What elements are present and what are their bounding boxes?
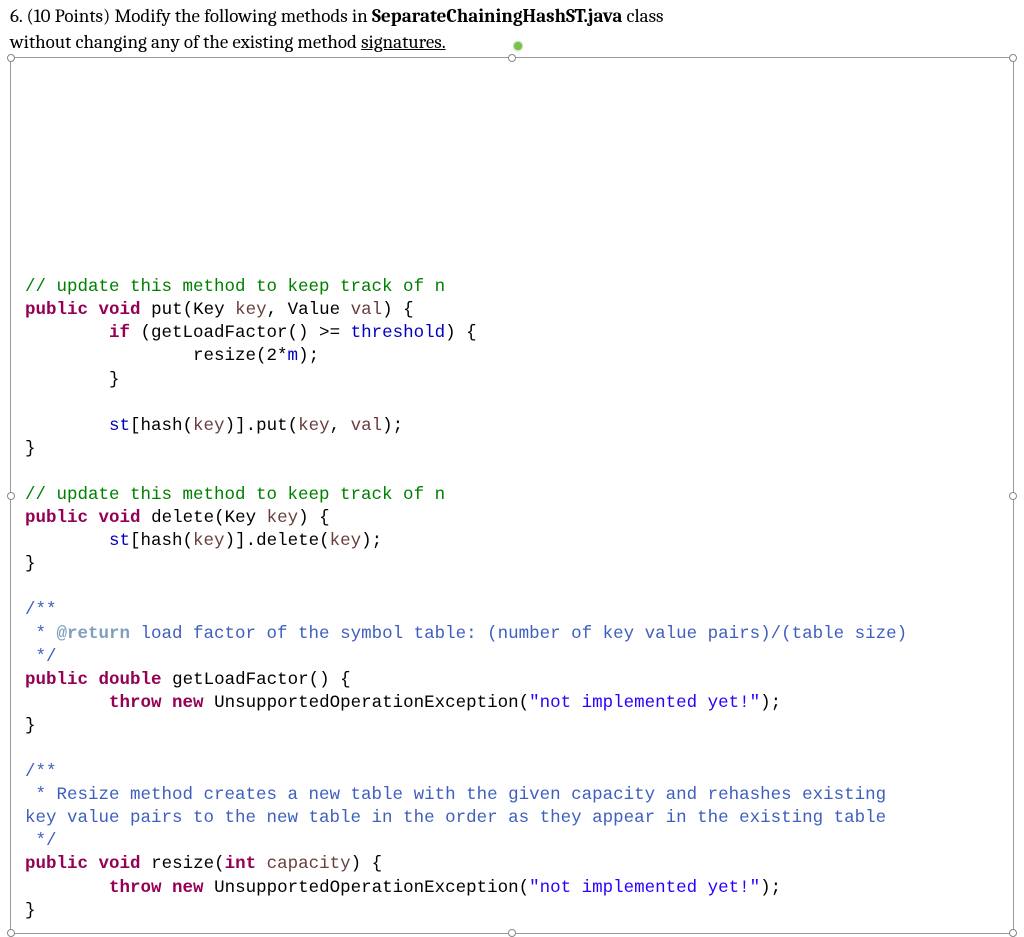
code-string: "not implemented yet!" (529, 878, 760, 898)
code-kw: if (109, 323, 130, 343)
code-kw: new (172, 878, 204, 898)
code-text: } (25, 554, 36, 574)
code-param: key (193, 416, 225, 436)
code-param: capacity (267, 854, 351, 874)
code-text: ) { (298, 508, 330, 528)
code-text: resize(2* (25, 346, 288, 366)
resize-handle-icon[interactable] (7, 54, 15, 62)
resize-handle-icon[interactable] (7, 492, 15, 500)
code-text: } (25, 716, 36, 736)
resize-handle-icon[interactable] (508, 54, 516, 62)
resize-handle-icon[interactable] (1009, 54, 1017, 62)
code-kw: void (99, 300, 141, 320)
code-kw: int (225, 854, 257, 874)
code-doc: load factor of the symbol table: (number… (130, 624, 907, 644)
code-kw: void (99, 508, 141, 528)
code-text: ) { (351, 854, 383, 874)
code-doc: * Resize method creates a new table with… (25, 785, 886, 805)
code-text: } (25, 370, 120, 390)
code-text (25, 878, 109, 898)
code-field: st (109, 531, 130, 551)
code-string: "not implemented yet!" (529, 693, 760, 713)
code-param: key (330, 531, 362, 551)
code-doc: */ (25, 647, 57, 667)
code-text: } (25, 439, 36, 459)
code-text: ); (298, 346, 319, 366)
code-param: key (193, 531, 225, 551)
code-text: delete(Key (151, 508, 267, 528)
code-field: st (109, 416, 130, 436)
code-doc: /** (25, 600, 57, 620)
code-text: ); (361, 531, 382, 551)
question-text-1: Modify the following methods in (114, 5, 372, 27)
code-text: ); (382, 416, 403, 436)
code-field: threshold (351, 323, 446, 343)
code-text (25, 531, 109, 551)
code-text: ); (760, 693, 781, 713)
code-text: [hash( (130, 416, 193, 436)
code-text: put(Key (151, 300, 235, 320)
question-underline: signatures. (361, 31, 446, 53)
code-doc: /** (25, 762, 57, 782)
code-kw: public (25, 854, 88, 874)
code-box: // update this method to keep track of n… (10, 57, 1014, 933)
code-text: )].delete( (225, 531, 330, 551)
class-name: SeparateChainingHashST.java (372, 5, 622, 27)
code-comment: // update this method to keep track of n (25, 485, 445, 505)
code-text: getLoadFactor() { (172, 670, 351, 690)
resize-handle-icon[interactable] (1009, 492, 1017, 500)
code-kw: double (99, 670, 162, 690)
code-text: } (25, 901, 36, 921)
code-text: , (330, 416, 351, 436)
code-text: UnsupportedOperationException( (204, 878, 530, 898)
question-points: (10 Points) (26, 5, 110, 27)
code-text: )].put( (225, 416, 299, 436)
code-text: ) { (445, 323, 477, 343)
question-header: 6. (10 Points) Modify the following meth… (0, 0, 1024, 57)
code-doc: key value pairs to the new table in the … (25, 808, 886, 828)
code-field: m (288, 346, 299, 366)
smart-tag-icon (514, 42, 522, 50)
resize-handle-icon[interactable] (1009, 929, 1017, 937)
code-param: val (351, 300, 383, 320)
question-text-2: class (622, 5, 663, 27)
resize-handle-icon[interactable] (7, 929, 15, 937)
code-text (25, 416, 109, 436)
code-doc: * (25, 624, 57, 644)
code-kw: public (25, 670, 88, 690)
code-tag: @return (57, 624, 131, 644)
code-kw: new (172, 693, 204, 713)
code-kw: public (25, 508, 88, 528)
code-doc: */ (25, 831, 57, 851)
resize-handle-icon[interactable] (508, 929, 516, 937)
code-text: ); (760, 878, 781, 898)
code-text: resize( (151, 854, 225, 874)
code-param: key (267, 508, 299, 528)
question-number: 6. (10, 5, 22, 27)
code-kw: throw (109, 878, 162, 898)
code-kw: throw (109, 693, 162, 713)
code-text: UnsupportedOperationException( (204, 693, 530, 713)
code-text: , Value (267, 300, 351, 320)
code-text: (getLoadFactor() >= (130, 323, 351, 343)
code-text (25, 693, 109, 713)
code-param: val (351, 416, 383, 436)
code-comment: // update this method to keep track of n (25, 277, 445, 297)
code-text: [hash( (130, 531, 193, 551)
code-kw: public (25, 300, 88, 320)
question-text-3: without changing any of the existing met… (10, 31, 361, 53)
code-kw: void (99, 854, 141, 874)
code-param: key (298, 416, 330, 436)
code-param: key (235, 300, 267, 320)
code-text: ) { (382, 300, 414, 320)
